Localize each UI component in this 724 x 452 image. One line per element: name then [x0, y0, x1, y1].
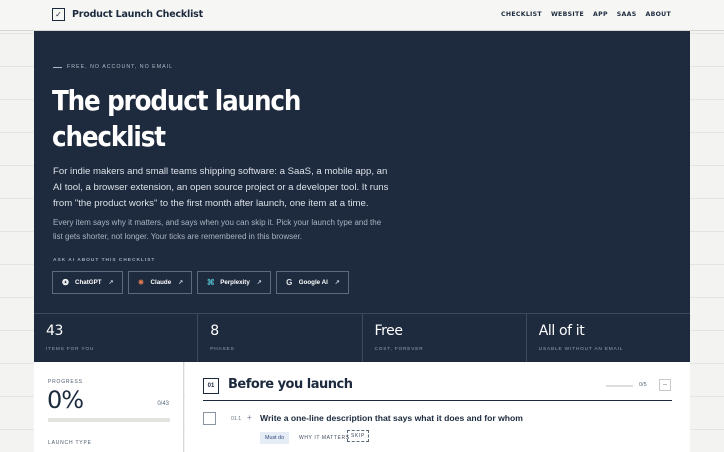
- progress-label: PROGRESS: [48, 379, 83, 385]
- ai-button-label: Google AI: [298, 279, 328, 286]
- ask-perplexity-button[interactable]: ⌘ Perplexity ↗: [197, 271, 271, 294]
- hero-lead: For indie makers and small teams shippin…: [53, 166, 389, 209]
- external-arrow-icon: ↗: [334, 280, 340, 286]
- checklist-main: 01 Before you launch 0/5 – 01.1 + Write …: [185, 362, 690, 452]
- stat-usable: All of it USABLE WITHOUT AN EMAIL: [527, 314, 690, 362]
- item-checkbox[interactable]: [203, 412, 216, 425]
- eyebrow-dash: [53, 66, 62, 68]
- progress-bar: [48, 418, 170, 422]
- chatgpt-icon: ❂: [62, 278, 69, 287]
- google-icon: G: [286, 278, 293, 287]
- stat-value: 8: [210, 323, 219, 339]
- hero-eyebrow: FREE, NO ACCOUNT, NO EMAIL: [53, 64, 173, 70]
- stats-bar: 43 ITEMS FOR YOU 8 PHASES Free COST, FOR…: [34, 313, 690, 362]
- launch-type-label: LAUNCH TYPE: [48, 440, 92, 446]
- ask-ai-buttons: ❂ ChatGPT ↗ ✷ Claude ↗ ⌘ Perplexity ↗ G …: [52, 271, 349, 294]
- phase-progress-bar: [606, 385, 633, 387]
- nav-website[interactable]: WEBSITE: [551, 11, 584, 18]
- ask-google-ai-button[interactable]: G Google AI ↗: [275, 271, 349, 294]
- stat-value: Free: [374, 323, 404, 339]
- external-arrow-icon: ↗: [108, 280, 114, 286]
- brand-title: Product Launch Checklist: [72, 9, 203, 20]
- claude-icon: ✷: [137, 278, 145, 287]
- skip-button[interactable]: SKIP: [347, 430, 369, 442]
- perplexity-icon: ⌘: [206, 278, 215, 287]
- checkbox-logo-icon: ✓: [52, 8, 65, 21]
- stat-label: USABLE WITHOUT AN EMAIL: [538, 347, 624, 352]
- expand-item-icon[interactable]: +: [247, 413, 252, 422]
- hero: FREE, NO ACCOUNT, NO EMAIL The product l…: [34, 31, 690, 313]
- brand[interactable]: ✓ Product Launch Checklist: [52, 8, 203, 21]
- ask-chatgpt-button[interactable]: ❂ ChatGPT ↗: [52, 271, 123, 294]
- phase-count: 0/5: [639, 382, 647, 388]
- stat-cost: Free COST, FOREVER: [363, 314, 527, 362]
- nav-saas[interactable]: SAAS: [617, 11, 637, 18]
- item-title[interactable]: Write a one-line description that says w…: [260, 413, 523, 423]
- progress-percent: 0%: [47, 386, 84, 414]
- stat-phases: 8 PHASES: [198, 314, 363, 362]
- progress-panel: PROGRESS 0% 0/43 LAUNCH TYPE: [34, 362, 184, 452]
- item-number: 01.1: [231, 416, 242, 422]
- why-it-matters-link[interactable]: WHY IT MATTERS: [299, 435, 350, 441]
- stat-label: ITEMS FOR YOU: [46, 347, 95, 352]
- nav-about[interactable]: ABOUT: [645, 11, 671, 18]
- page-title: The product launch checklist: [52, 84, 301, 153]
- external-arrow-icon: ↗: [178, 280, 184, 286]
- stat-label: PHASES: [210, 347, 235, 352]
- main-nav: CHECKLIST WEBSITE APP SAAS ABOUT: [501, 11, 671, 18]
- stat-value: All of it: [538, 323, 585, 339]
- top-bar: ✓ Product Launch Checklist CHECKLIST WEB…: [0, 0, 724, 31]
- stat-items: 43 ITEMS FOR YOU: [34, 314, 199, 362]
- phase-divider: [203, 400, 672, 401]
- ai-button-label: Perplexity: [220, 279, 250, 286]
- ai-button-label: Claude: [150, 279, 172, 286]
- collapse-phase-button[interactable]: –: [659, 379, 671, 391]
- must-do-badge: Must do: [260, 432, 290, 444]
- stat-label: COST, FOREVER: [374, 347, 424, 352]
- progress-count: 0/43: [157, 401, 169, 407]
- hero-subtext: Every item says why it matters, and says…: [53, 218, 382, 241]
- nav-app[interactable]: APP: [593, 11, 608, 18]
- phase-number: 01: [203, 378, 219, 394]
- ask-claude-button[interactable]: ✷ Claude ↗: [127, 271, 193, 294]
- external-arrow-icon: ↗: [256, 280, 262, 286]
- stat-value: 43: [46, 323, 64, 339]
- eyebrow-text: FREE, NO ACCOUNT, NO EMAIL: [67, 64, 174, 70]
- ask-ai-label: ASK AI ABOUT THIS CHECKLIST: [53, 258, 156, 263]
- phase-title: Before you launch: [228, 377, 353, 392]
- nav-checklist[interactable]: CHECKLIST: [501, 11, 542, 18]
- ai-button-label: ChatGPT: [75, 279, 102, 286]
